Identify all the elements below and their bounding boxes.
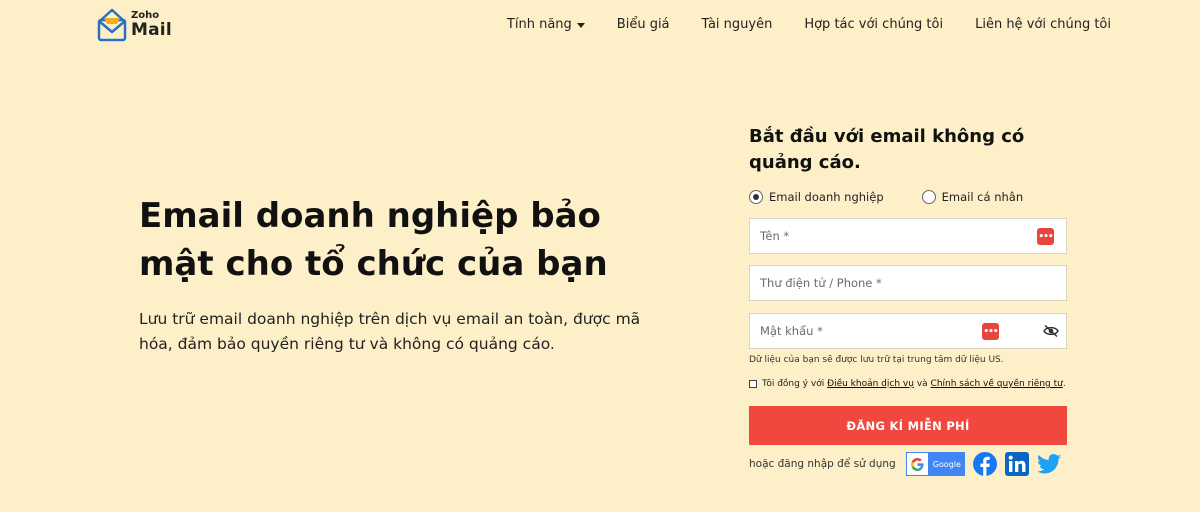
social-signin-label: hoặc đăng nhập để sử dụng [749, 458, 896, 470]
password-field: ••• [749, 313, 1067, 349]
radio-business-label: Email doanh nghiệp [769, 190, 884, 204]
hero-title: Email doanh nghiệp bảo mật cho tổ chức c… [139, 196, 608, 284]
nav-resources[interactable]: Tài nguyên [702, 17, 773, 32]
twitter-icon[interactable] [1036, 453, 1061, 475]
privacy-policy-link[interactable]: Chính sách về quyền riêng tư [931, 379, 1063, 389]
terms-agreement: Tôi đồng ý với Điều khoản dịch vụ và Chí… [749, 379, 1066, 389]
radio-business-email[interactable]: Email doanh nghiệp [749, 190, 884, 204]
logo-mail-text: Mail [131, 20, 172, 40]
radio-personal-email[interactable]: Email cá nhân [921, 190, 1024, 204]
agree-prefix: Tôi đồng ý với [762, 379, 825, 389]
linkedin-icon[interactable] [1004, 452, 1029, 476]
social-signin-row: hoặc đăng nhập để sử dụng Google [749, 452, 1061, 476]
hero-description: Lưu trữ email doanh nghiệp trên dịch vụ … [139, 310, 641, 353]
google-signin-label: Google [932, 459, 961, 469]
nav-partner[interactable]: Hợp tác với chúng tôi [804, 17, 943, 32]
password-manager-icon[interactable]: ••• [982, 323, 999, 340]
radio-unchecked-icon[interactable] [921, 190, 936, 204]
signup-free-button[interactable]: ĐĂNG KÍ MIỄN PHÍ [749, 406, 1067, 445]
nav-features[interactable]: Tính năng [507, 17, 585, 32]
nav-pricing[interactable]: Biểu giá [617, 17, 670, 32]
facebook-icon[interactable] [972, 452, 997, 476]
agree-checkbox[interactable] [749, 380, 757, 388]
email-phone-input[interactable] [750, 266, 1066, 300]
data-center-note: Dữ liệu của bạn sẽ được lưu trữ tại trun… [749, 355, 1004, 365]
top-navigation: Tính năng Biểu giá Tài nguyên Hợp tác vớ… [507, 17, 1111, 32]
show-password-eye-icon[interactable] [1043, 324, 1059, 338]
password-manager-icon[interactable]: ••• [1037, 228, 1054, 245]
name-field: ••• [749, 218, 1067, 254]
radio-personal-label: Email cá nhân [941, 190, 1024, 204]
google-signin-button[interactable]: Google [905, 452, 965, 476]
form-title: Bắt đầu với email không có quảng cáo. [749, 126, 1025, 173]
nav-contact[interactable]: Liên hệ với chúng tôi [975, 17, 1111, 32]
email-phone-field [749, 265, 1067, 301]
name-input[interactable] [750, 219, 1066, 253]
radio-checked-icon[interactable] [749, 190, 763, 204]
account-type-group: Email doanh nghiệp Email cá nhân [749, 190, 1023, 204]
agree-and: và [916, 379, 928, 389]
mail-envelope-icon [97, 8, 127, 42]
nav-features-label: Tính năng [506, 17, 572, 32]
caret-down-icon [576, 23, 585, 28]
agree-suffix: . [1062, 379, 1066, 389]
terms-of-service-link[interactable]: Điều khoản dịch vụ [827, 379, 914, 389]
password-input[interactable] [750, 314, 1066, 348]
google-icon [906, 453, 928, 475]
zoho-mail-logo[interactable]: Zoho Mail [95, 7, 172, 43]
